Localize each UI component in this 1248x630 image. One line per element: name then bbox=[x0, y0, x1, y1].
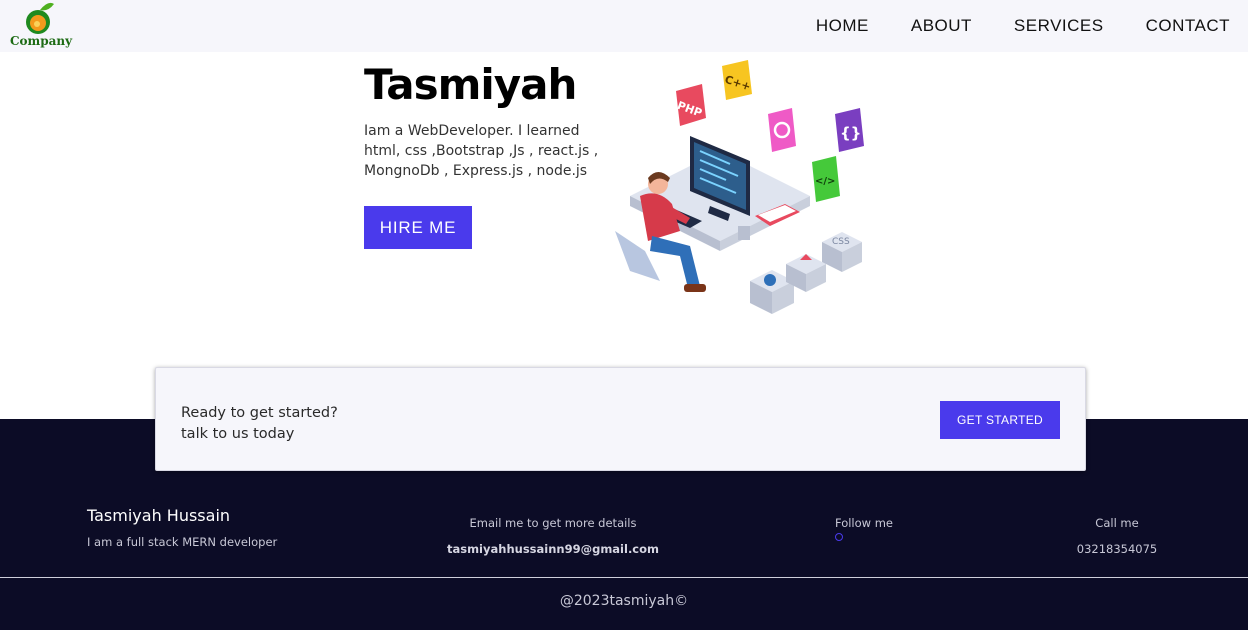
cta-card: Ready to get started? talk to us today G… bbox=[155, 367, 1086, 471]
email-link[interactable]: tasmiyahhussainn99@gmail.com bbox=[440, 542, 666, 556]
logo-text: Company bbox=[10, 34, 73, 48]
get-started-button[interactable]: GET STARTED bbox=[940, 401, 1060, 439]
call-label: Call me bbox=[1095, 516, 1139, 530]
site-header: Company HOME ABOUT SERVICES CONTACT bbox=[0, 0, 1248, 52]
developer-illustration: CSS PHP C++ {} </> bbox=[615, 60, 864, 314]
footer-email-section: Email me to get more details tasmiyahhus… bbox=[440, 516, 666, 556]
email-label: Email me to get more details bbox=[469, 516, 637, 530]
footer-call-section: Call me 03218354075 bbox=[1070, 516, 1164, 556]
nav-home[interactable]: HOME bbox=[816, 16, 869, 36]
code-badge-label: </> bbox=[815, 176, 835, 187]
hero-description: Iam a WebDeveloper. I learned html, css … bbox=[364, 123, 599, 179]
cta-line-1: Ready to get started? bbox=[181, 405, 338, 421]
phone-number[interactable]: 03218354075 bbox=[1070, 542, 1164, 556]
social-icon[interactable] bbox=[835, 533, 843, 541]
footer-tagline: I am a full stack MERN developer bbox=[87, 535, 278, 549]
nav-contact[interactable]: CONTACT bbox=[1146, 16, 1230, 36]
footer-divider bbox=[0, 577, 1248, 578]
nav-about[interactable]: ABOUT bbox=[911, 16, 972, 36]
follow-label: Follow me bbox=[835, 516, 894, 530]
copyright: @2023tasmiyah© bbox=[559, 593, 689, 609]
hero-title: Tasmiyah bbox=[364, 60, 577, 109]
orange-leaf-icon bbox=[26, 2, 54, 34]
company-logo[interactable]: Company bbox=[8, 0, 72, 52]
footer-name: Tasmiyah Hussain bbox=[87, 506, 231, 525]
hire-me-button[interactable]: HIRE ME bbox=[364, 206, 472, 249]
footer-follow-section: Follow me bbox=[835, 516, 893, 530]
braces-badge-label: {} bbox=[840, 124, 861, 142]
css-badge-label: CSS bbox=[832, 237, 850, 247]
cta-text: Ready to get started? talk to us today bbox=[181, 403, 338, 445]
cta-line-2: talk to us today bbox=[181, 426, 295, 442]
nav-services[interactable]: SERVICES bbox=[1014, 16, 1104, 36]
main-nav: HOME ABOUT SERVICES CONTACT bbox=[816, 16, 1230, 36]
